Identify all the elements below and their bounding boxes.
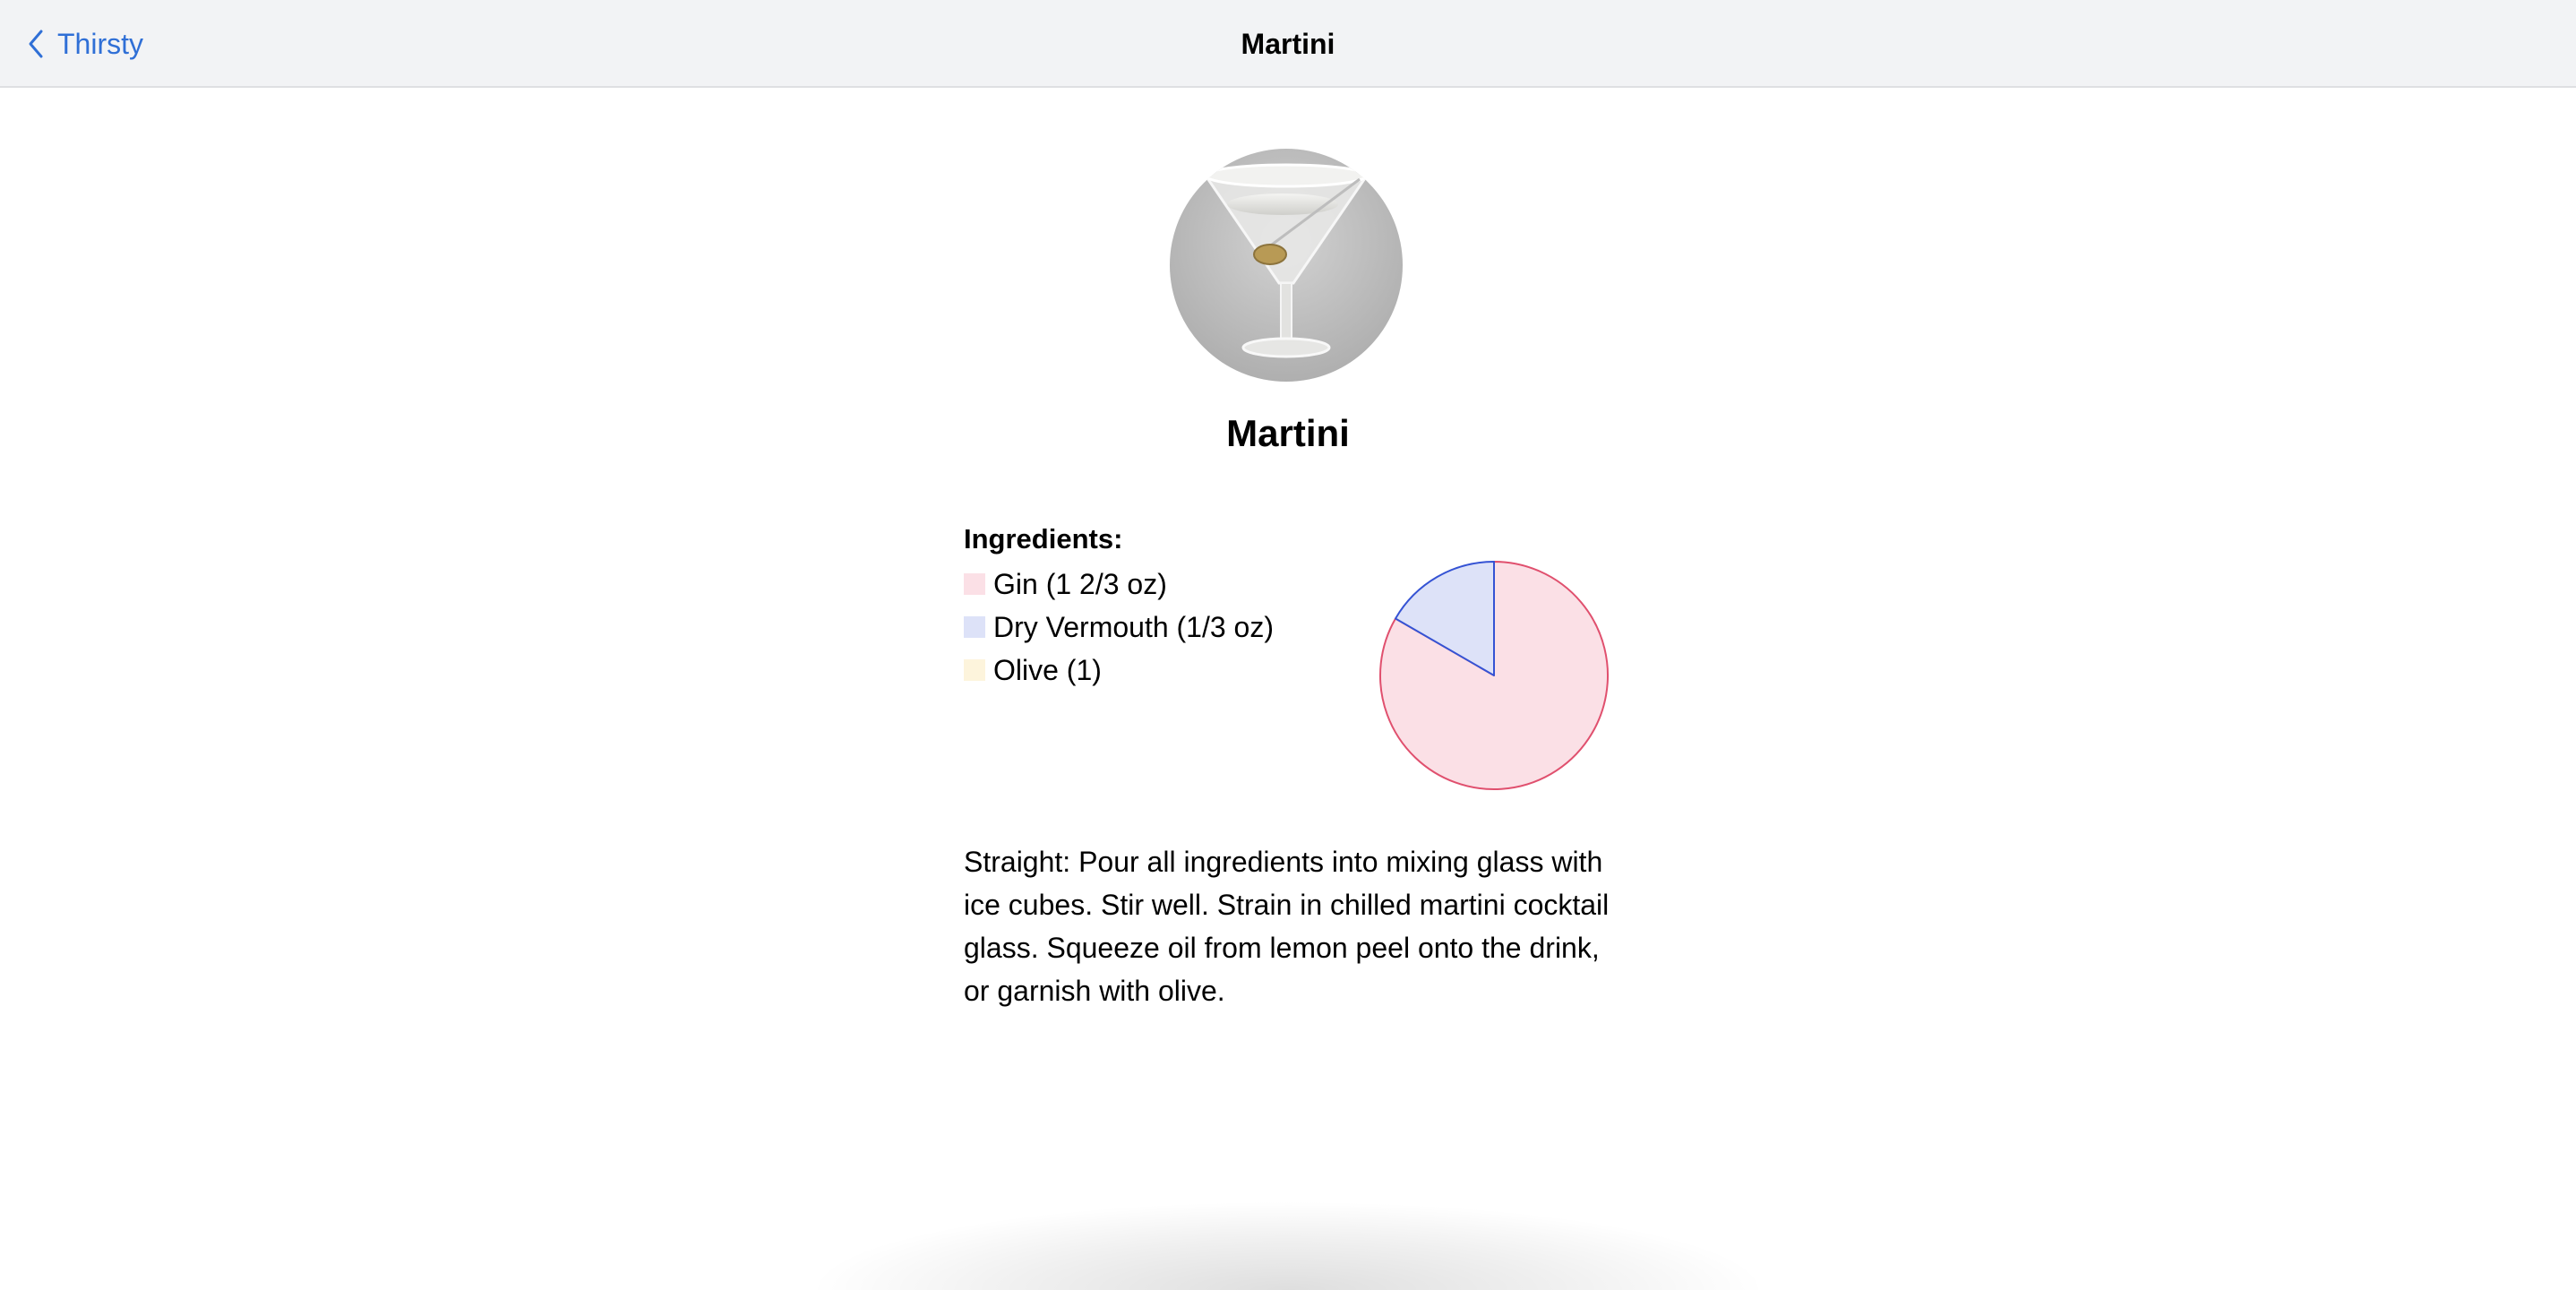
vermouth-swatch-icon [964, 616, 985, 638]
instructions-text: Straight: Pour all ingredients into mixi… [964, 846, 1610, 1007]
ingredient-row-dry-vermouth: Dry Vermouth (1/3 oz) [964, 606, 1376, 649]
nav-title: Martini [1241, 28, 1335, 60]
olive-swatch-icon [964, 659, 985, 681]
bottom-sheet-shadow [806, 1200, 1770, 1290]
ingredient-label: Olive (1) [993, 654, 1102, 686]
navigation-bar: Thirsty Martini [0, 0, 2576, 88]
ingredient-row-gin: Gin (1 2/3 oz) [964, 563, 1376, 606]
drink-photo [1170, 149, 1403, 382]
drink-name: Martini [1226, 412, 1350, 454]
ingredients-list: Ingredients: Gin (1 2/3 oz) Dry Vermouth… [964, 520, 1376, 692]
gin-swatch-icon [964, 573, 985, 595]
ingredient-pie-chart [1379, 561, 1609, 790]
ingredient-label: Dry Vermouth (1/3 oz) [993, 611, 1274, 643]
ingredient-label: Gin (1 2/3 oz) [993, 568, 1167, 600]
ingredient-row-olive: Olive (1) [964, 649, 1376, 692]
ingredients-heading: Ingredients: [964, 523, 1123, 555]
